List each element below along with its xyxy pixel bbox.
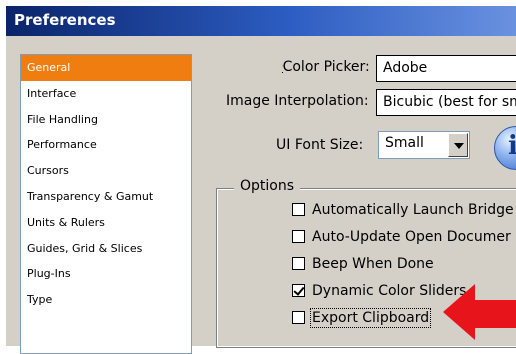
red-arrow-icon xyxy=(443,284,516,340)
category-guides-grid-slices[interactable]: Guides, Grid & Slices xyxy=(21,236,191,262)
option-label: Beep When Done xyxy=(312,256,434,272)
title-bar[interactable]: Preferences xyxy=(6,6,516,36)
image-interpolation-label: Image Interpolation: xyxy=(226,93,369,109)
options-legend: Options xyxy=(234,178,301,194)
category-list: General Interface File Handling Performa… xyxy=(20,54,192,354)
ui-font-size-value: Small xyxy=(385,135,424,151)
category-units-rulers[interactable]: Units & Rulers xyxy=(21,210,191,236)
color-picker-label: CColor Picker: xyxy=(282,59,370,75)
color-picker-value: Adobe xyxy=(383,60,428,76)
image-interpolation-value: Bicubic (best for sm xyxy=(383,94,516,110)
option-label: Automatically Launch Bridge xyxy=(312,202,514,218)
category-cursors[interactable]: Cursors xyxy=(21,158,191,184)
category-plug-ins[interactable]: Plug-Ins xyxy=(21,261,191,287)
option-label: Export Clipboard xyxy=(309,308,432,328)
category-file-handling[interactable]: File Handling xyxy=(21,107,191,133)
category-transparency-gamut[interactable]: Transparency & Gamut xyxy=(21,184,191,210)
window-title: Preferences xyxy=(14,11,116,29)
option-auto-update-open-documents[interactable]: Auto-Update Open Documer xyxy=(292,229,511,249)
color-picker-label-text: Color Picker: xyxy=(282,59,370,75)
option-auto-launch-bridge[interactable]: Automatically Launch Bridge xyxy=(292,202,514,222)
color-picker-select[interactable]: Adobe xyxy=(376,55,516,82)
checkbox[interactable] xyxy=(292,257,305,270)
checkbox[interactable] xyxy=(292,203,305,216)
category-general[interactable]: General xyxy=(21,55,191,81)
checkbox-checked[interactable] xyxy=(292,284,305,297)
chevron-down-icon[interactable] xyxy=(448,133,468,157)
checkbox[interactable] xyxy=(292,311,305,324)
image-interpolation-select[interactable]: Bicubic (best for sm xyxy=(376,89,516,116)
option-export-clipboard[interactable]: Export Clipboard xyxy=(292,308,432,330)
ui-font-size-label: UI Font Size: xyxy=(276,137,364,153)
category-type[interactable]: Type xyxy=(21,287,191,313)
option-label: Auto-Update Open Documer xyxy=(312,229,511,245)
category-interface[interactable]: Interface xyxy=(21,81,191,107)
ui-font-size-select[interactable]: Small xyxy=(378,131,470,159)
checkbox[interactable] xyxy=(292,230,305,243)
option-beep-when-done[interactable]: Beep When Done xyxy=(292,256,434,276)
category-performance[interactable]: Performance xyxy=(21,132,191,158)
